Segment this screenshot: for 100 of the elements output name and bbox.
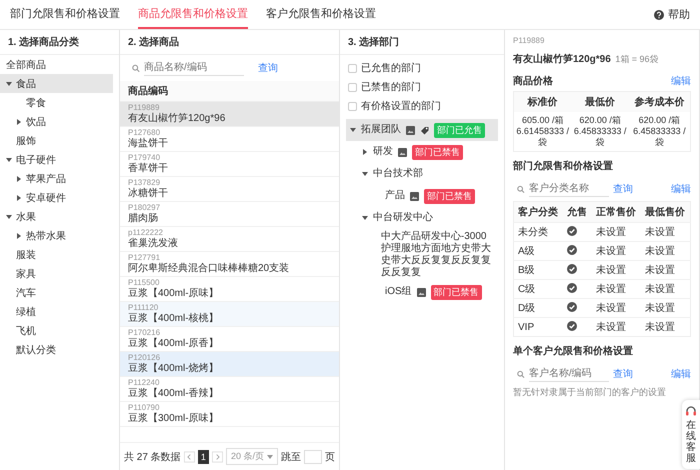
product-code: P110790 [128,403,160,412]
caret-icon[interactable] [362,171,368,177]
filter-checkbox[interactable]: 已允售的部门 [348,61,421,75]
product-row[interactable]: P127680 海盐饼干 [120,127,339,152]
product-name: 豆浆【300ml-原味】 [128,413,220,425]
search-link[interactable]: 查询 [613,367,633,381]
product-row[interactable]: P179740 香草饼干 [120,152,339,177]
column-title: 1. 选择商品分类 [0,30,119,55]
category-item[interactable]: 服饰 [0,131,113,150]
section-title: 商品价格 [513,74,553,88]
caret-icon[interactable] [362,149,368,155]
department-item[interactable]: 产品 部门已禁售 [346,185,498,207]
filter-checkbox[interactable]: 已禁售的部门 [348,80,421,94]
caret-icon[interactable] [16,232,22,238]
product-name: 香草饼干 [128,163,169,175]
category-item[interactable]: 苹果产品 [0,169,113,188]
department-item[interactable]: 拓展团队 部门已允售 [346,119,498,141]
search-link[interactable]: 查询 [613,182,633,196]
category-item[interactable]: 食品 [0,74,113,93]
product-code: P180297 [128,203,162,212]
product-code: P115500 [128,278,160,288]
category-item[interactable]: 绿植 [0,302,113,321]
product-code: P127680 [128,128,162,138]
department-item[interactable]: iOS组 部门已禁售 [346,281,498,303]
page-input[interactable] [304,450,322,464]
product-row[interactable]: P127791 阿尔卑斯经典混合口味棒棒糖20支装 [120,252,339,277]
customer-category-table: 客户分类 允售 正常售价 最低售价 未分类 未设置 未设置 A级 未设置 未设置 B级 未设置 未设置 C级 未设置 未设置 D级 未设置 未设置 VIP 未设置 未设置 [513,201,691,337]
caret-icon[interactable] [6,156,12,162]
category-item[interactable]: 汽车 [0,283,113,302]
department-item[interactable]: 中台技术部 [346,163,498,185]
product-row[interactable]: P112240 豆浆【400ml-香辣】 [120,377,339,402]
tab[interactable]: 客户允限售和价格设置 [266,0,376,29]
help-icon [654,10,664,20]
product-row[interactable]: P119889 有友山椒竹笋120g*96 [120,102,339,127]
product-row[interactable]: P120126 豆浆【400ml-烧烤】 [120,352,339,377]
total-count: 共 27 条数据 [124,450,181,464]
product-row[interactable]: P170216 豆浆【400ml-原香】 [120,327,339,352]
category-item[interactable]: 电子硬件 [0,150,113,169]
edit-link[interactable]: 编辑 [671,182,691,196]
tab[interactable]: 部门允限售和价格设置 [10,0,120,29]
help-link[interactable]: 帮助 [654,0,690,29]
department-item[interactable]: 研发 部门已禁售 [346,141,498,163]
search-field[interactable]: 商品名称/编码 [144,60,244,76]
caret-icon[interactable] [362,215,368,221]
headset-icon [685,405,697,417]
product-row[interactable]: P111120 豆浆【400ml-核桃】 [120,302,339,327]
edit-link[interactable]: 编辑 [671,367,691,381]
caret-icon[interactable] [6,80,12,86]
product-code: P127791 [128,253,162,262]
edit-link[interactable]: 编辑 [671,74,691,88]
product-name: 豆浆【400ml-烧烤】 [128,363,220,375]
image-icon [416,288,426,296]
product-row[interactable]: P115500 豆浆【400ml-原味】 [120,277,339,302]
product-row[interactable]: P137829 冰糖饼干 [120,177,339,202]
category-item[interactable]: 服装 [0,245,113,264]
product-row[interactable]: P180297 腊肉肠 [120,202,339,227]
category-item[interactable]: 飞机 [0,321,113,340]
image-icon [410,192,419,200]
product-code: P137829 [128,178,162,188]
product-row[interactable]: P110790 豆浆【300ml-原味】 [120,402,339,427]
caret-icon[interactable] [350,127,356,133]
category-item[interactable]: 热带水果 [0,226,113,245]
status-tag: 部门已禁售 [424,188,475,204]
search-field[interactable]: 客户分类名称 [528,181,609,197]
product-name: 腊肉肠 [128,213,159,225]
jump-label: 跳至 [281,450,301,464]
department-item[interactable]: 中大产品研发中心-3000护理服地方面地方史带大史带大反反复复反反复复反反复复 [346,229,498,281]
product-code: P179740 [128,153,162,162]
filter-checkbox[interactable]: 有价格设置的部门 [348,99,441,113]
department-item[interactable]: 中台研发中心 [346,207,498,229]
product-name: 雀巢洗发液 [128,238,179,250]
empty-message: 暂无针对隶属于当前部门的客户的设置 [513,386,667,399]
image-icon [406,126,415,134]
product-code: P112240 [128,378,160,388]
search-icon [517,370,525,378]
product-name: 有友山椒竹笋120g*96 [513,54,611,65]
category-item[interactable]: 零食 [0,93,113,112]
caret-icon[interactable] [16,176,22,182]
category-root[interactable]: 全部商品 [0,55,113,74]
product-name: 海盐饼干 [128,138,169,150]
column-title: 2. 选择商品 [120,30,339,55]
category-item[interactable]: 安卓硬件 [0,188,113,207]
product-name: 有友山椒竹笋120g*96 [128,113,226,125]
online-service-widget[interactable]: 在线客服 [682,400,700,469]
product-row[interactable]: p1122222 雀巢洗发液 [120,227,339,252]
category-item[interactable]: 家具 [0,264,113,283]
caret-icon[interactable] [6,214,12,220]
product-name: 豆浆【400ml-原味】 [128,288,220,300]
image-icon [398,148,407,156]
product-code: P170216 [128,328,162,338]
column-header: 商品编码 [120,81,339,102]
category-item[interactable]: 水果 [0,207,113,226]
category-item[interactable]: 默认分类 [0,340,113,359]
category-item[interactable]: 饮品 [0,112,113,131]
search-field[interactable]: 客户名称/编码 [528,366,609,382]
page-button[interactable]: 1 [198,450,210,464]
caret-icon[interactable] [16,118,22,124]
product-name: 豆浆【400ml-原香】 [128,338,220,350]
caret-icon[interactable] [16,194,22,200]
search-link[interactable]: 查询 [258,61,278,75]
